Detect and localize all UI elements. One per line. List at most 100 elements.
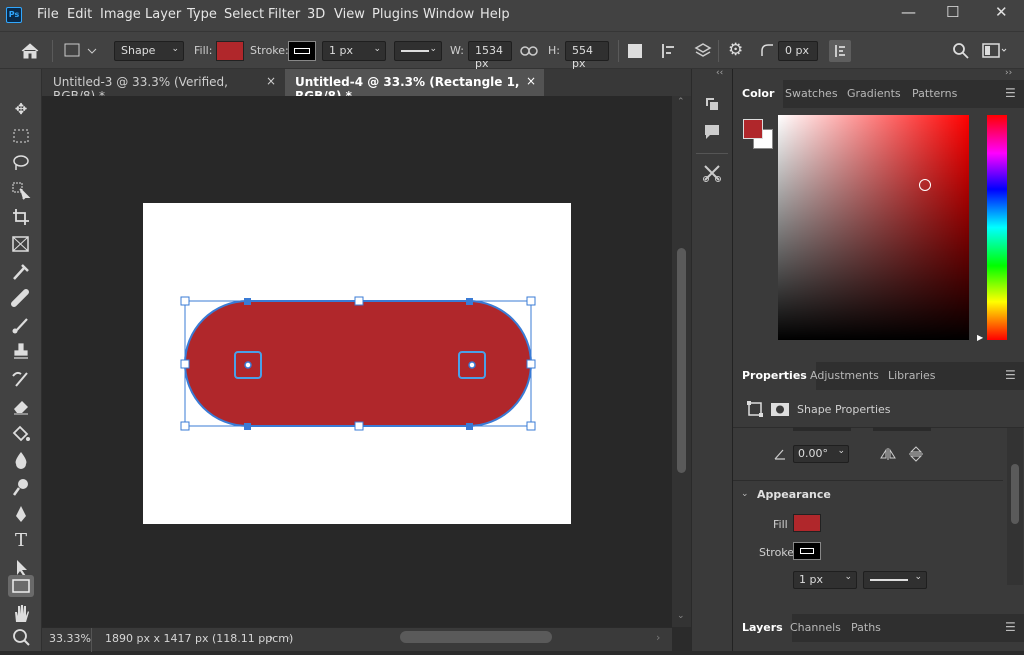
menu-layer[interactable]: Layer — [145, 7, 181, 22]
stroke-width-dropdown[interactable]: 1 px ⌄ — [793, 571, 857, 589]
menu-bar: Ps File Edit Image Layer Type Select Fil… — [0, 0, 1024, 31]
gear-icon[interactable]: ⚙ — [728, 40, 743, 60]
menu-type[interactable]: Type — [187, 7, 217, 22]
stroke-type-select[interactable]: ⌄ — [394, 41, 442, 61]
zoom-level[interactable]: 33.33% — [49, 632, 91, 645]
panel-menu-icon[interactable]: ☰ — [1005, 368, 1016, 382]
tab-libraries[interactable]: Libraries — [879, 362, 945, 390]
maximize-button[interactable]: ☐ — [946, 3, 959, 21]
type-icon[interactable]: T — [8, 530, 34, 552]
close-tab-icon[interactable]: × — [526, 74, 536, 88]
healing-icon[interactable] — [8, 287, 34, 309]
tab-gradients[interactable]: Gradients — [838, 80, 910, 108]
hue-slider-handle[interactable]: ▶ — [977, 333, 983, 342]
search-icon[interactable] — [952, 42, 970, 60]
dodge-icon[interactable] — [8, 476, 34, 498]
stroke-swatch[interactable] — [288, 41, 316, 61]
rounded-rectangle-shape[interactable] — [178, 294, 540, 434]
tab-patterns[interactable]: Patterns — [903, 80, 966, 108]
menu-filter[interactable]: Filter — [268, 7, 300, 22]
hue-slider[interactable] — [987, 115, 1007, 340]
tool-presets-icon[interactable] — [702, 163, 722, 183]
flip-horizontal-icon[interactable] — [879, 447, 897, 461]
path-alignment-icon[interactable] — [660, 42, 678, 60]
fill-label: Fill: — [194, 44, 213, 57]
fill-label: Fill — [773, 518, 788, 531]
tool-preset-picker[interactable] — [64, 43, 98, 59]
align-edges-button[interactable] — [829, 40, 851, 62]
tab-paths[interactable]: Paths — [842, 614, 890, 642]
menu-plugins[interactable]: Plugins — [372, 7, 419, 22]
properties-panel-tabs: Properties Adjustments Libraries ☰ — [733, 362, 1024, 390]
scroll-right-icon[interactable]: › — [656, 631, 660, 644]
crop-icon[interactable] — [8, 206, 34, 228]
collapse-panels-icon[interactable]: ›› — [1005, 68, 1012, 78]
lasso-icon[interactable] — [8, 152, 34, 174]
home-icon[interactable] — [20, 42, 40, 60]
color-field[interactable] — [778, 115, 969, 340]
tab-adjustments[interactable]: Adjustments — [801, 362, 888, 390]
tab-channels[interactable]: Channels — [781, 614, 850, 642]
status-bar: 33.33% 1890 px x 1417 px (118.11 ppcm) ›… — [42, 627, 672, 652]
menu-view[interactable]: View — [334, 7, 365, 22]
panel-menu-icon[interactable]: ☰ — [1005, 86, 1016, 100]
close-window-button[interactable]: ✕ — [995, 3, 1008, 21]
width-field[interactable]: 1534 px — [468, 41, 512, 70]
path-operations-icon[interactable] — [628, 44, 642, 58]
close-tab-icon[interactable]: × — [266, 74, 276, 88]
stroke-width-select[interactable]: 1 px ⌄ — [322, 41, 386, 61]
menu-help[interactable]: Help — [480, 7, 510, 22]
zoom-icon[interactable] — [8, 627, 34, 649]
flip-vertical-icon[interactable] — [908, 445, 924, 463]
rectangle-icon[interactable] — [8, 575, 34, 597]
eraser-icon[interactable] — [8, 395, 34, 417]
path-arrangement-icon[interactable] — [694, 42, 712, 60]
menu-window[interactable]: Window — [423, 7, 474, 22]
vertical-scrollbar[interactable]: ⌃ ⌄ — [672, 96, 691, 627]
corner-radius-field[interactable]: 0 px — [778, 41, 818, 61]
status-menu-arrow[interactable]: › — [269, 631, 273, 644]
angle-field[interactable]: 0.00° ⌄ — [793, 445, 849, 463]
history-icon[interactable] — [702, 94, 722, 114]
hand-icon[interactable] — [8, 602, 34, 624]
fill-color-swatch[interactable] — [793, 514, 821, 532]
tool-mode-select[interactable]: Shape ⌄ — [114, 41, 184, 61]
expand-icon[interactable]: ‹‹ — [716, 68, 723, 78]
tab-swatches[interactable]: Swatches — [776, 80, 847, 108]
properties-title: Shape Properties — [797, 403, 891, 416]
tab-untitled-3[interactable]: Untitled-3 @ 33.3% (Verified, RGB/8) * × — [43, 69, 284, 103]
link-icon[interactable] — [520, 44, 538, 58]
paint-bucket-icon[interactable] — [8, 422, 34, 444]
appearance-section-title: Appearance — [757, 488, 831, 501]
fill-swatch[interactable] — [216, 41, 244, 61]
horizontal-scroll-thumb[interactable] — [400, 631, 552, 643]
menu-file[interactable]: File — [37, 7, 59, 22]
move-icon[interactable]: ✥ — [8, 98, 34, 120]
object-select-icon[interactable] — [8, 179, 34, 201]
stroke-color-swatch[interactable] — [793, 542, 821, 560]
properties-scrollbar[interactable] — [1007, 428, 1023, 585]
panel-menu-icon[interactable]: ☰ — [1005, 620, 1016, 634]
stroke-type-dropdown[interactable]: ⌄ — [863, 571, 927, 589]
minimize-button[interactable]: — — [901, 3, 916, 21]
comment-icon[interactable] — [702, 122, 722, 142]
marquee-icon[interactable] — [8, 125, 34, 147]
menu-edit[interactable]: Edit — [67, 7, 92, 22]
frame-icon[interactable] — [8, 233, 34, 255]
workspace-icon[interactable] — [982, 42, 1008, 60]
brush-icon[interactable] — [8, 314, 34, 336]
photoshop-logo: Ps — [6, 7, 22, 23]
history-brush-icon[interactable] — [8, 368, 34, 390]
menu-select[interactable]: Select — [224, 7, 264, 22]
menu-image[interactable]: Image — [100, 7, 141, 22]
height-field[interactable]: 554 px — [565, 41, 609, 70]
eyedropper-icon[interactable] — [8, 260, 34, 282]
blur-icon[interactable] — [8, 449, 34, 471]
menu-3d[interactable]: 3D — [307, 7, 325, 22]
stamp-icon[interactable] — [8, 341, 34, 363]
scroll-left-icon[interactable]: ‹ — [287, 631, 291, 644]
collapse-section-icon[interactable]: ⌄ — [741, 489, 749, 499]
tab-untitled-4[interactable]: Untitled-4 @ 33.3% (Rectangle 1, RGB/8) … — [285, 69, 544, 103]
pen-icon[interactable] — [8, 503, 34, 525]
foreground-color-swatch[interactable] — [743, 119, 763, 139]
